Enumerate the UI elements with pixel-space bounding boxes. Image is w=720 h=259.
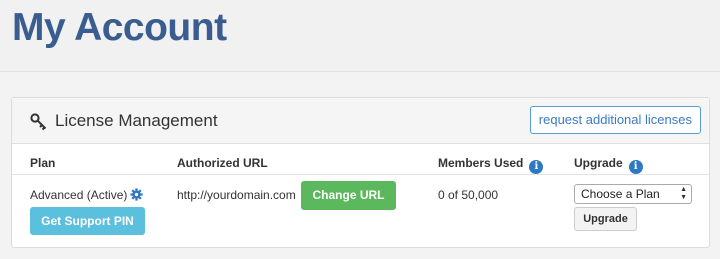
upgrade-header-label: Upgrade <box>574 156 623 170</box>
get-support-pin-button[interactable]: Get Support PIN <box>30 207 145 235</box>
request-licenses-button[interactable]: request additional licenses <box>529 106 701 134</box>
panel-header: License Management request additional li… <box>12 98 709 144</box>
authorized-url: http://yourdomain.com <box>177 188 296 202</box>
plan-select-value: Choose a Plan <box>581 187 660 201</box>
plan-select[interactable]: Choose a Plan ▲ ▼ <box>574 184 692 204</box>
members-header-label: Members Used <box>438 156 524 170</box>
plan-cell: Advanced (Active) <box>30 188 143 202</box>
upgrade-button[interactable]: Upgrade <box>574 207 637 231</box>
page-header: My Account <box>0 0 720 72</box>
header-divider <box>12 174 709 175</box>
key-icon <box>30 113 47 131</box>
change-url-button[interactable]: Change URL <box>301 181 396 210</box>
plan-header: Plan <box>30 156 56 170</box>
members-used-value: 0 of 50,000 <box>438 188 499 202</box>
upgrade-header: Upgrade i <box>574 156 643 174</box>
chevron-updown-icon: ▲ ▼ <box>680 186 687 201</box>
url-header: Authorized URL <box>177 156 268 170</box>
info-icon[interactable]: i <box>529 160 544 174</box>
panel-title: License Management <box>55 111 218 130</box>
gear-icon[interactable] <box>130 188 143 201</box>
members-header: Members Used i <box>438 156 544 174</box>
license-management-panel: License Management request additional li… <box>11 97 710 248</box>
plan-name: Advanced (Active) <box>30 188 128 202</box>
page-title: My Account <box>12 6 227 49</box>
info-icon[interactable]: i <box>628 160 643 174</box>
